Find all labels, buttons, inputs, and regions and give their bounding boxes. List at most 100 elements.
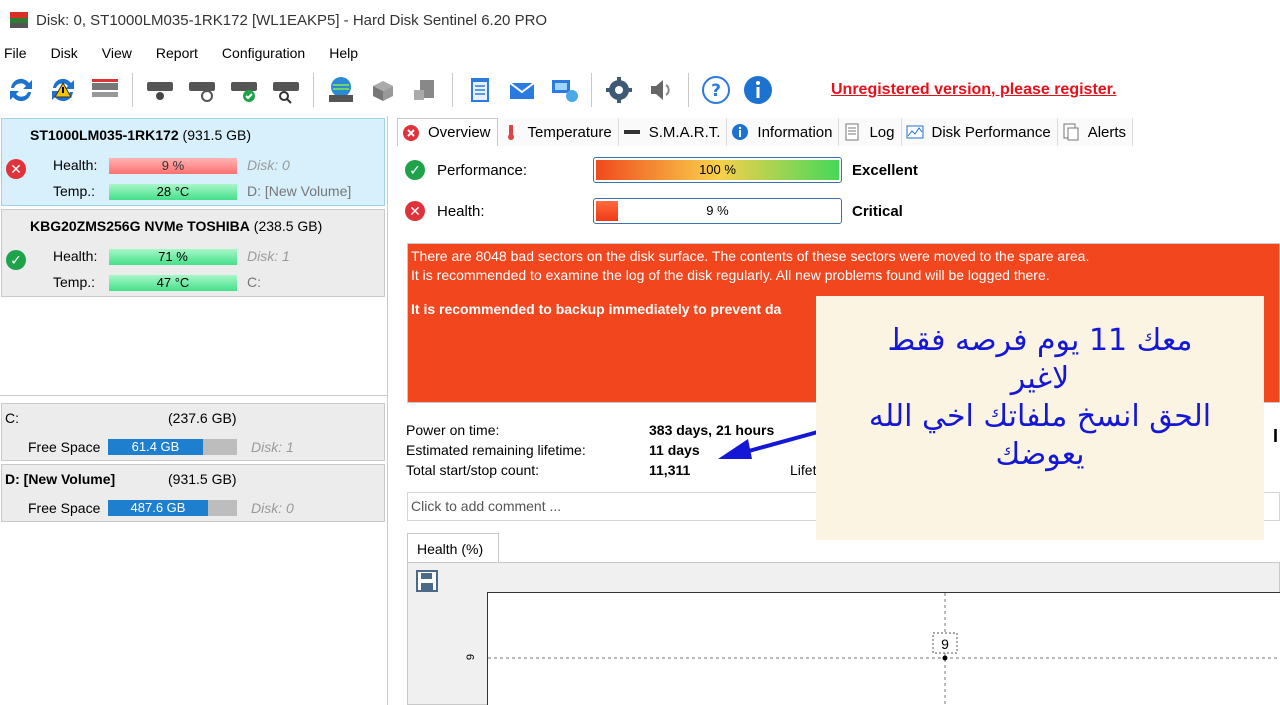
title-bar: Disk: 0, ST1000LM035-1RK172 [WL1EAKP5] -… [0,0,1280,40]
alerts-document-icon [1062,123,1080,141]
disk-card-1[interactable]: KBG20ZMS256G NVMe TOSHIBA (238.5 GB) ✓ H… [1,209,385,297]
email-button[interactable] [504,72,540,108]
external-disk-button[interactable] [407,72,443,108]
server-icon [373,81,393,101]
critical-x-icon [402,124,420,142]
about-button[interactable] [740,72,776,108]
toolbar-separator [132,73,133,107]
hdd-clock-icon [189,82,215,102]
disk-drive-icon [92,79,118,97]
health-critical-icon: ✕ [405,201,425,221]
health-label: Health: [53,157,98,173]
svg-text:?: ? [711,81,721,101]
server-button[interactable] [365,72,401,108]
remaining-lifetime-label: Estimated remaining lifetime: [406,442,586,458]
temp-bar: 47 °C [109,275,237,291]
gear-icon [606,77,632,103]
volume-card-c[interactable]: C: (237.6 GB) Free Space 61.4 GB Disk: 1 [1,403,385,461]
notepad-icon [471,78,489,102]
note-line: يعوضك [995,437,1085,472]
chart-tab-health[interactable]: Health (%) [407,533,499,563]
hdd-search-icon [273,82,299,104]
tab-alerts[interactable]: Alerts [1057,118,1134,146]
performance-chart-icon [906,123,924,141]
register-link[interactable]: Unregistered version, please register. [831,81,1116,99]
question-icon: ? [702,76,730,104]
performance-bar: 100 % [593,157,842,183]
temp-label: Temp.: [53,183,96,199]
remaining-lifetime-value: 11 days [649,442,700,458]
arrow-head-icon [718,439,752,459]
y-axis-tick: 9 [465,653,478,661]
health-label: Health: [53,248,98,264]
document-icon [843,123,861,141]
temp-bar: 28 °C [109,184,237,200]
tab-temperature[interactable]: Temperature [497,118,619,146]
hdd-icon [147,82,173,100]
floppy-save-icon [416,570,438,592]
disk-schedule-button[interactable] [184,72,220,108]
toolbar-separator [452,73,453,107]
note-line: معك 11 يوم فرصه فقط [887,323,1193,358]
save-chart-button[interactable] [416,570,438,592]
tab-smart[interactable]: S.M.A.R.T. [618,118,728,146]
speaker-icon [651,80,670,100]
network-computer-icon [552,80,578,102]
menu-configuration[interactable]: Configuration [222,45,305,61]
disk-index: Disk: 1 [247,248,290,264]
settings-button[interactable] [601,72,637,108]
toolbar: ? Unregistered version, please register. [0,68,1280,112]
toolbar-separator [313,73,314,107]
toolbar-separator [688,73,689,107]
disk-search-button[interactable] [268,72,304,108]
volume-card-d[interactable]: D: [New Volume] (931.5 GB) Free Space 48… [1,464,385,522]
performance-ok-icon: ✓ [405,160,425,180]
refresh-icon [10,78,32,102]
disk-card-0[interactable]: ST1000LM035-1RK172 (931.5 GB) ✕ Health: … [1,118,385,206]
info-icon [731,123,749,141]
refresh-warning-icon [52,78,74,102]
app-icon [10,12,28,28]
free-space-bar: 61.4 GB [108,439,237,455]
menu-help[interactable]: Help [329,45,358,61]
menu-view[interactable]: View [102,45,132,61]
tab-overview[interactable]: Overview [397,118,498,146]
sound-button[interactable] [643,72,679,108]
menu-bar: File Disk View Report Configuration Help [0,42,1280,64]
health-status: Critical [852,203,903,220]
disk-ok-button[interactable] [226,72,262,108]
menu-file[interactable]: File [4,45,27,61]
volume-size: (931.5 GB) [168,471,237,487]
menu-disk[interactable]: Disk [51,45,78,61]
help-button[interactable]: ? [698,72,734,108]
power-on-label: Power on time: [406,422,500,438]
refresh-button[interactable] [3,72,39,108]
data-point [942,655,948,661]
network-button[interactable] [546,72,582,108]
menu-report[interactable]: Report [156,45,198,61]
report-button[interactable] [462,72,498,108]
tab-disk-performance[interactable]: Disk Performance [901,118,1058,146]
tab-information[interactable]: Information [727,118,840,146]
health-chart-svg: 9 [488,593,1280,705]
alert-line: It is recommended to examine the log of … [411,267,1050,283]
health-label: Health: [437,203,485,220]
critical-status-icon: ✕ [6,159,26,179]
volume-name: D: [New Volume] [5,471,116,487]
start-stop-value: 11,311 [649,462,691,478]
network-disk-button[interactable] [323,72,359,108]
note-line: لاغير [1010,361,1070,396]
temp-label: Temp.: [53,274,96,290]
performance-label: Performance: [437,162,528,179]
disk-test-button[interactable] [142,72,178,108]
disk-list-button[interactable] [87,72,123,108]
smart-icon [623,123,641,141]
info-icon [744,76,772,104]
disk-index: Disk: 0 [251,500,294,516]
health-bar: 9 % [109,158,237,174]
tab-log[interactable]: Log [839,118,902,146]
refresh-alert-button[interactable] [45,72,81,108]
health-chart-plot: 9 [487,592,1280,705]
tab-bar: Overview Temperature S.M.A.R.T. Informat… [397,118,1134,146]
health-bar: 9 % [593,198,842,224]
